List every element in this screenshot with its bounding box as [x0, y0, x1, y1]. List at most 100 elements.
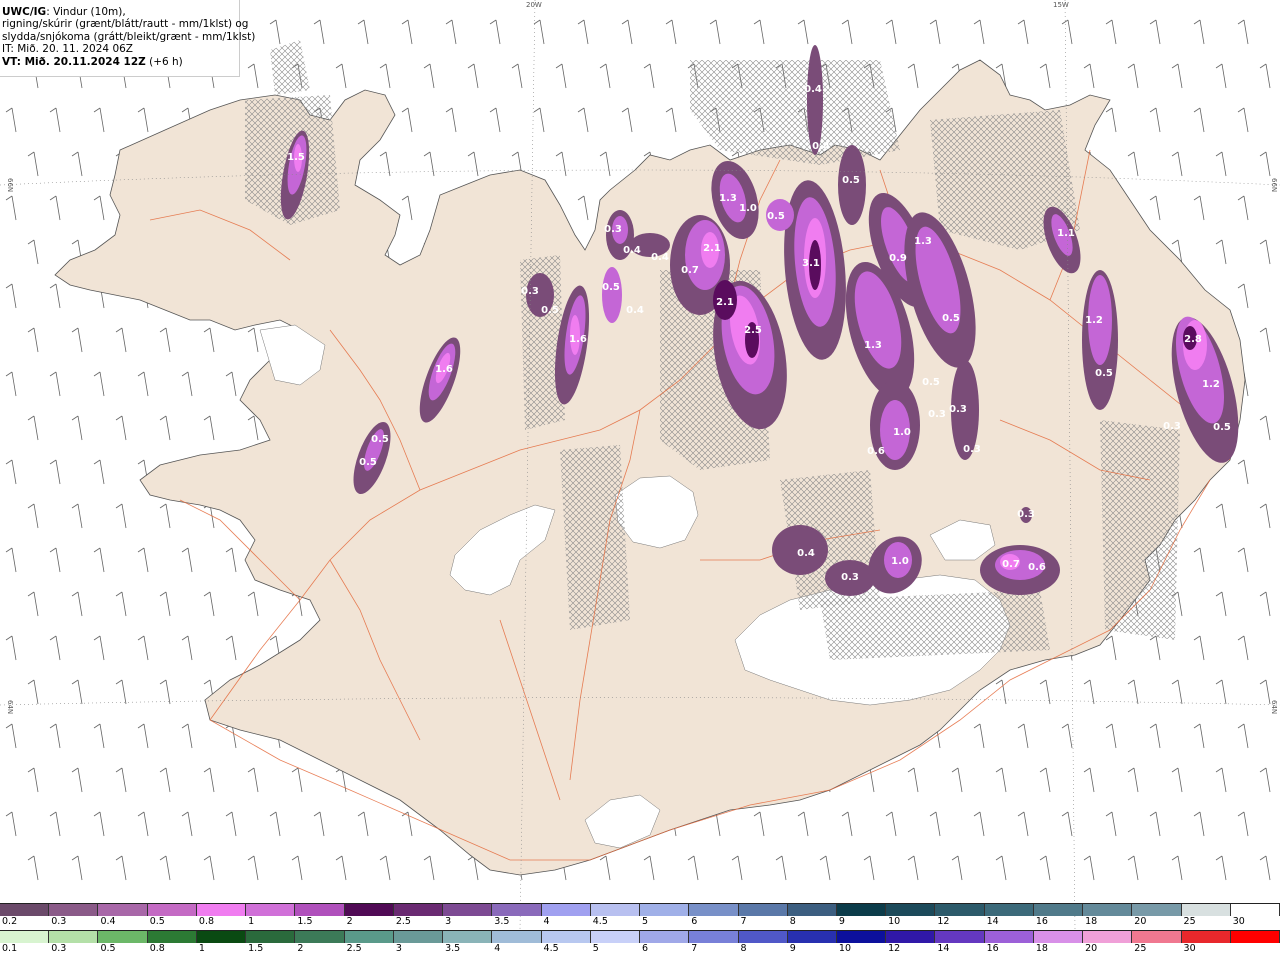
- legend-label: 0.3: [51, 943, 67, 954]
- legend-label: 5: [642, 916, 649, 927]
- grid-label-64n-left: 64N: [6, 700, 14, 714]
- legend-swatch: [443, 931, 493, 943]
- snow-legend-labels: 0.2 0.3 0.4 0.5 0.8 1 1.5 2 2.5 3 3.5 4 4.5 5 6 7 8 9 10 12…: [0, 916, 1280, 927]
- precip-label: 0.3: [521, 286, 539, 297]
- legend-swatch: [98, 904, 148, 916]
- legend-label: 3.5: [494, 916, 510, 927]
- legend-swatch: [443, 904, 493, 916]
- legend-label: 10: [838, 943, 852, 954]
- legend-swatch: [147, 931, 197, 943]
- valid-time-line: VT: Mið. 20.11.2024 12Z (+6 h): [2, 56, 239, 68]
- legend-swatch: [295, 931, 345, 943]
- legend-label: 0.8: [149, 943, 165, 954]
- legend-label: 2: [297, 943, 304, 954]
- valid-time: VT: Mið. 20.11.2024 12Z: [2, 55, 146, 68]
- precip-label: 0.4: [804, 84, 822, 95]
- legend-label: 3: [395, 943, 402, 954]
- precip-label: 1.6: [569, 334, 587, 345]
- legend-label: 0.5: [149, 916, 165, 927]
- legend-swatch: [984, 931, 1034, 943]
- legend-swatch: [787, 931, 837, 943]
- precip-label: 1.3: [864, 340, 882, 351]
- legend-swatch: [295, 904, 345, 916]
- legend-swatch: [1132, 904, 1182, 916]
- legend-swatch: [787, 904, 837, 916]
- precip-label: 1.6: [435, 364, 453, 375]
- precip-label: 0.5: [922, 377, 940, 388]
- legend-swatch: [492, 904, 542, 916]
- legend-swatch: [689, 931, 739, 943]
- precip-label: 0.5: [541, 305, 559, 316]
- legend-label: 1.5: [297, 916, 313, 927]
- rain-legend-labels: 0.1 0.3 0.5 0.8 1 1.5 2 2.5 3 3.5 4 4.5 5 6 7 8 9 10 12 14 1…: [0, 943, 1280, 954]
- legend-label: 4.5: [592, 916, 608, 927]
- rain-legend: 0.1 0.3 0.5 0.8 1 1.5 2 2.5 3 3.5 4 4.5 5 6 7 8 9 10 12 14 1…: [0, 930, 1280, 954]
- precip-label: 0.3: [928, 409, 946, 420]
- precip-label: 0.5: [1095, 368, 1113, 379]
- legend-swatch: [49, 931, 99, 943]
- legend-label: 25: [1134, 943, 1147, 954]
- forecast-offset: (+6 h): [145, 55, 183, 68]
- legend-label: 0.8: [198, 916, 215, 927]
- legend-swatch: [196, 931, 247, 943]
- map-canvas: 20W 15W 66N 66N 64N 64N 1.5 0.3 0.4 0.5 …: [0, 0, 1280, 931]
- legend-label: 16: [1035, 916, 1048, 927]
- legend-label: 9: [789, 943, 796, 954]
- legend-swatch: [344, 931, 394, 943]
- legend-label: 14: [937, 943, 950, 954]
- precip-label: 0.4: [626, 305, 644, 316]
- legend-swatch: [590, 931, 641, 943]
- precip-label: 0.5: [842, 175, 860, 186]
- legend-label: 8: [740, 943, 747, 954]
- legend-label: 9: [838, 916, 845, 927]
- legend-swatch: [738, 931, 788, 943]
- legend-label: 3.5: [445, 943, 461, 954]
- legend-swatch: [886, 931, 936, 943]
- legend-swatch: [886, 904, 936, 916]
- legend-label: 3: [445, 916, 452, 927]
- precip-label: 2.5: [744, 325, 762, 336]
- legend-label: 16: [986, 943, 999, 954]
- precip-label: 0.3: [1017, 509, 1035, 520]
- legend-label: 30: [1232, 916, 1245, 927]
- legend-swatch: [1083, 904, 1133, 916]
- snow-legend: 0.2 0.3 0.4 0.5 0.8 1 1.5 2 2.5 3 3.5 4 4.5 5 6 7 8 9 10 12…: [0, 903, 1280, 927]
- grid-label-15w: 15W: [1053, 1, 1069, 9]
- precip-label: 0.5: [1213, 422, 1231, 433]
- legend-swatch: [541, 931, 591, 943]
- precip-label: 0.3: [604, 224, 622, 235]
- title-rest: : Vindur (10m),: [46, 6, 126, 18]
- legend-swatch: [1181, 904, 1231, 916]
- model-name: UWC/IG: [2, 6, 47, 18]
- legend-label: 0.4: [100, 916, 116, 927]
- title-line: UWC/IG: Vindur (10m),: [2, 6, 239, 18]
- precip-label: 1.3: [914, 236, 932, 247]
- legend-label: 18: [1035, 943, 1048, 954]
- weather-map: 20W 15W 66N 66N 64N 64N 1.5 0.3 0.4 0.5 …: [0, 0, 1280, 960]
- legend-label: 14: [986, 916, 999, 927]
- legend-swatch: [246, 904, 296, 916]
- legend-label: 0.2: [2, 916, 18, 927]
- grid-label-66n-right: 66N: [1270, 178, 1278, 192]
- precip-label: 1.2: [1085, 315, 1103, 326]
- legend-swatch: [246, 931, 296, 943]
- precip-label: 0.7: [681, 265, 699, 276]
- grid-label-66n-left: 66N: [6, 178, 14, 192]
- legend-label: 12: [937, 916, 950, 927]
- legend-label: 7: [691, 943, 698, 954]
- precip-label: 0.5: [942, 313, 960, 324]
- precip-label: 0.7: [1002, 559, 1020, 570]
- legend-label: 1.5: [248, 943, 264, 954]
- legend-swatch: [393, 931, 444, 943]
- legend-label: 6: [642, 943, 649, 954]
- legend-swatch: [1230, 931, 1280, 943]
- precip-label: 1.2: [1202, 379, 1220, 390]
- legend-label: 4: [494, 943, 501, 954]
- legend-swatch: [836, 931, 887, 943]
- precip-label: 1.5: [287, 152, 305, 163]
- precip-label: 0.6: [867, 446, 885, 457]
- rain-legend-colorbar: [0, 930, 1280, 943]
- legend-swatch: [1132, 931, 1182, 943]
- legend-swatch: [640, 931, 690, 943]
- legend-swatch: [1083, 931, 1133, 943]
